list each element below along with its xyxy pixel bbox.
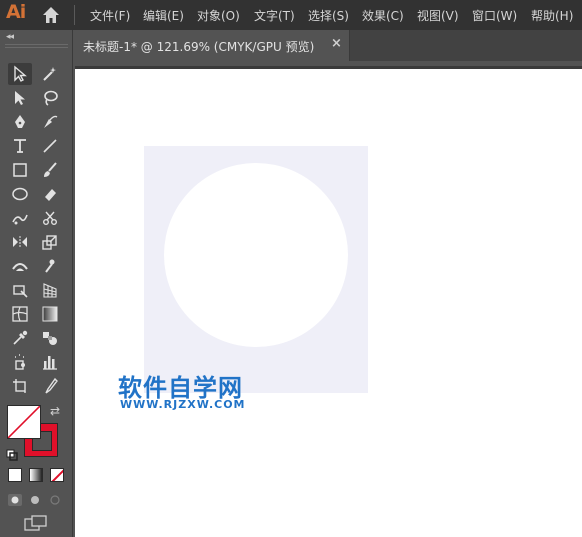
menu-bar: Ai 文件(F) 编辑(E) 对象(O) 文字(T) 选择(S) 效果(C) 视… xyxy=(0,0,582,30)
fill-swatch[interactable] xyxy=(7,405,41,439)
reflect-tool-icon[interactable] xyxy=(8,231,32,253)
circle-shape[interactable] xyxy=(164,163,348,347)
none-mode-button[interactable] xyxy=(50,468,64,482)
blob-brush-tool-icon[interactable] xyxy=(38,159,62,181)
close-tab-icon[interactable]: × xyxy=(331,36,342,51)
change-screen-mode-icon[interactable] xyxy=(24,515,48,531)
menu-type[interactable]: 文字(T) xyxy=(254,7,295,24)
direct-selection-tool-icon[interactable] xyxy=(8,87,32,109)
swap-colors-icon[interactable]: ⇄ xyxy=(50,404,60,418)
line-segment-tool-icon[interactable] xyxy=(38,135,62,157)
menu-effect[interactable]: 效果(C) xyxy=(362,7,404,24)
menu-object[interactable]: 对象(O) xyxy=(197,7,240,24)
selection-tool-icon[interactable] xyxy=(8,63,32,85)
watermark-url: WWW.RJZXW.COM xyxy=(120,398,246,411)
scissors-tool-icon[interactable] xyxy=(38,207,62,229)
column-graph-tool-icon[interactable] xyxy=(38,351,62,373)
lasso-tool-icon[interactable] xyxy=(38,87,62,109)
free-transform-tool-icon[interactable] xyxy=(8,279,32,301)
ellipse-tool-icon[interactable] xyxy=(8,183,32,205)
slice-tool-icon[interactable] xyxy=(38,375,62,397)
pen-tool-icon[interactable] xyxy=(8,111,32,133)
artboard-tool-icon[interactable] xyxy=(8,375,32,397)
perspective-grid-tool-icon[interactable] xyxy=(38,279,62,301)
symbol-sprayer-tool-icon[interactable] xyxy=(8,351,32,373)
eyedropper-tool-icon[interactable] xyxy=(8,327,32,349)
blend-tool-icon[interactable] xyxy=(38,327,62,349)
collapse-panel-button[interactable]: ◂◂ xyxy=(6,32,14,42)
app-logo: Ai xyxy=(6,1,26,23)
panel-grip[interactable] xyxy=(5,44,68,48)
draw-inside-icon[interactable] xyxy=(47,493,63,507)
default-colors-icon[interactable] xyxy=(6,446,18,461)
draw-behind-icon[interactable] xyxy=(27,493,43,507)
menu-view[interactable]: 视图(V) xyxy=(417,7,459,24)
document-tab-title: 未标题-1* @ 121.69% (CMYK/GPU 预览) xyxy=(83,40,315,54)
paintbrush-tool-icon[interactable] xyxy=(8,159,32,181)
scale-tool-icon[interactable] xyxy=(38,231,62,253)
draw-normal-icon[interactable] xyxy=(7,493,23,507)
curvature-tool-icon[interactable] xyxy=(38,111,62,133)
menu-edit[interactable]: 编辑(E) xyxy=(143,7,184,24)
type-tool-icon[interactable] xyxy=(8,135,32,157)
document-tab[interactable]: 未标题-1* @ 121.69% (CMYK/GPU 预览) × xyxy=(73,30,350,61)
width-tool-icon[interactable] xyxy=(8,255,32,277)
mesh-tool-icon[interactable] xyxy=(8,303,32,325)
color-mode-button[interactable] xyxy=(8,468,22,482)
home-icon[interactable] xyxy=(40,4,62,26)
menu-select[interactable]: 选择(S) xyxy=(308,7,349,24)
puppet-warp-tool-icon[interactable] xyxy=(38,255,62,277)
eraser-tool-icon[interactable] xyxy=(38,183,62,205)
menu-divider xyxy=(74,5,75,25)
menu-help[interactable]: 帮助(H) xyxy=(531,7,573,24)
menu-file[interactable]: 文件(F) xyxy=(90,7,130,24)
magic-wand-tool-icon[interactable] xyxy=(38,63,62,85)
gradient-mode-button[interactable] xyxy=(29,468,43,482)
menu-window[interactable]: 窗口(W) xyxy=(472,7,517,24)
gradient-tool-icon[interactable] xyxy=(38,303,62,325)
shaper-tool-icon[interactable] xyxy=(8,207,32,229)
